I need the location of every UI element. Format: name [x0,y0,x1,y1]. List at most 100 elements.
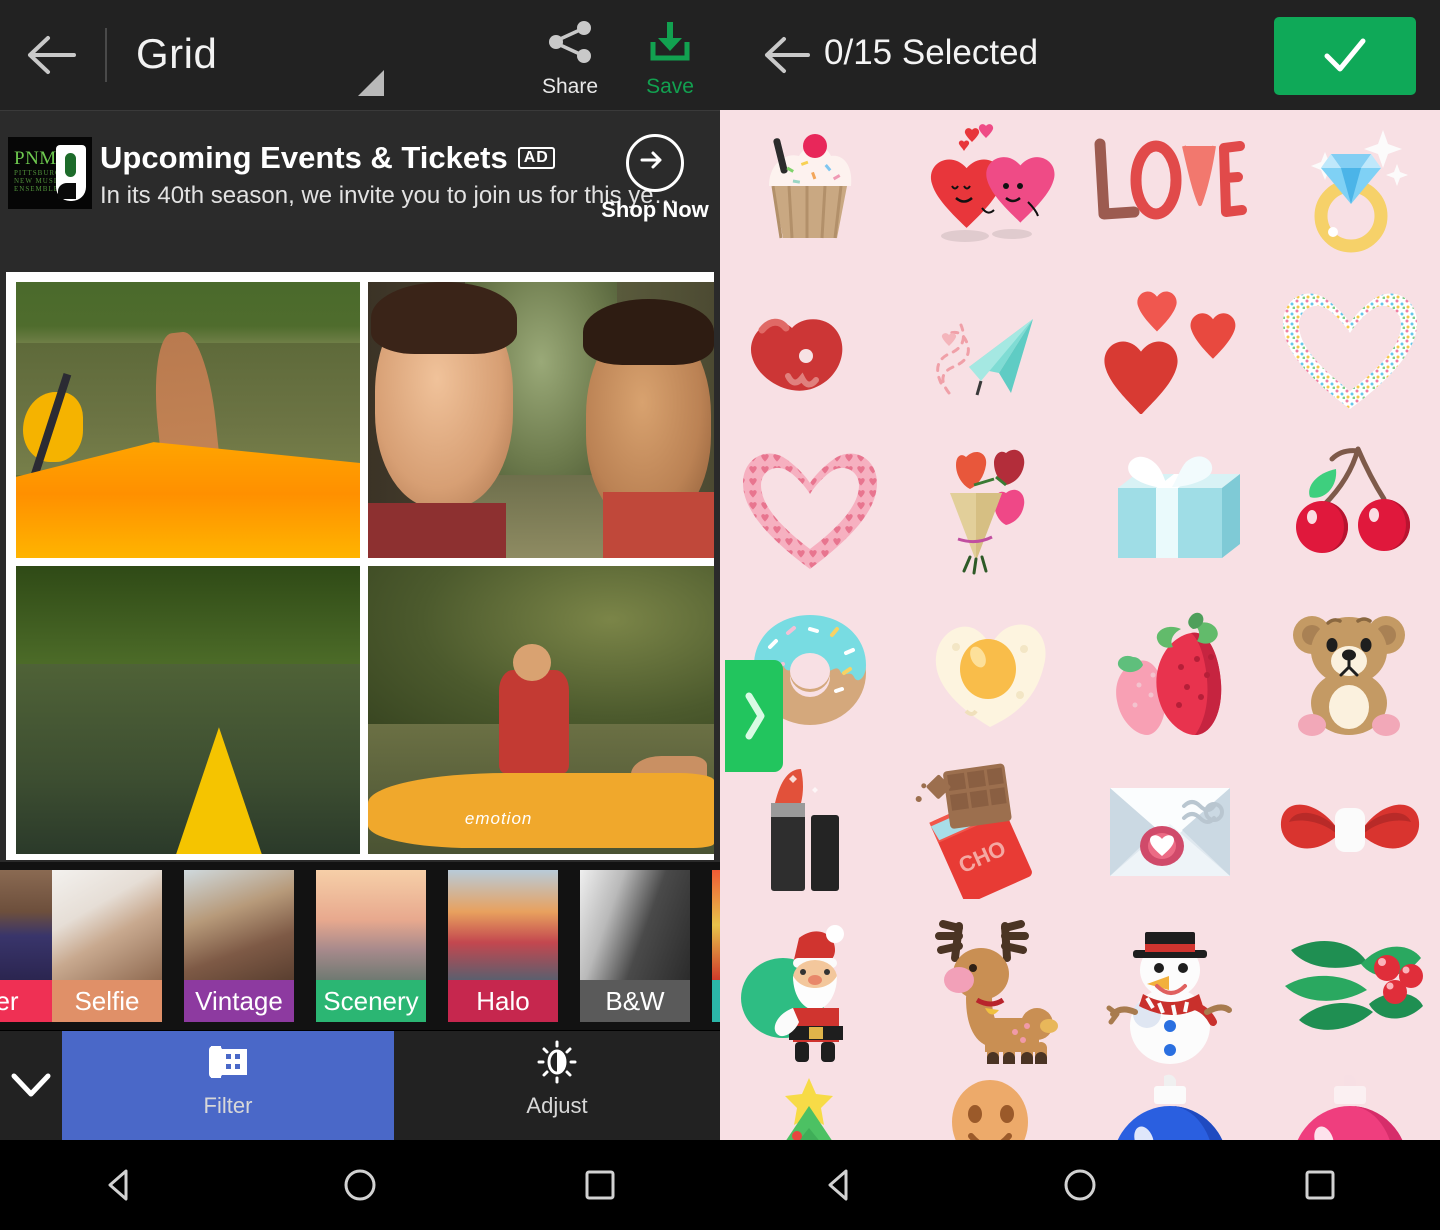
ad-logo-mask-icon [56,145,86,201]
brightness-icon [394,1031,720,1093]
sticker-paper-plane[interactable] [900,270,1080,428]
filter-item[interactable] [712,870,720,1022]
save-label: Save [646,75,694,98]
filter-thumbnail [316,870,426,980]
sticker-two-hearts-characters[interactable] [900,110,1080,268]
save-button[interactable]: Save [622,18,718,99]
collage-photo-3[interactable] [16,566,360,854]
app-screen: Grid Share Save PNME PITTSBURGH NEW MUSI… [0,0,1440,1230]
collage-photo-2[interactable] [368,282,714,558]
filter-item[interactable]: Scenery [316,870,426,1022]
sticker-love-letter-envelope[interactable] [1080,750,1260,908]
sticker-flower-bouquet[interactable] [900,430,1080,588]
share-icon [549,21,591,63]
collage-photo-4[interactable] [368,566,714,854]
toolbar-divider [105,28,107,82]
selection-count: 0/15 Selected [824,33,1039,72]
back-nav-icon[interactable] [780,1140,900,1230]
ad-headline-text: Upcoming Events & Tickets [100,140,508,175]
sticker-kiss-lips[interactable] [720,270,900,428]
arrow-right-circle-icon [626,134,684,192]
photo-editor-pane: Grid Share Save PNME PITTSBURGH NEW MUSI… [0,0,720,1140]
filter-item[interactable]: B&W [580,870,690,1022]
sticker-chocolate-bar[interactable]: CHO [900,750,1080,908]
sticker-pink-ornament[interactable] [1260,1070,1440,1140]
sticker-heart-outline-frame[interactable] [720,430,900,588]
share-button[interactable]: Share [522,18,618,99]
sticker-holly-berries[interactable] [1260,910,1440,1068]
tab-filter-label: Filter [203,1093,253,1118]
sticker-blue-ornament[interactable] [1080,1070,1260,1140]
chevron-right-icon [745,692,765,740]
ad-advertiser-logo: PNME PITTSBURGH NEW MUSIC ENSEMBLE [8,137,92,209]
tab-adjust[interactable]: Adjust [394,1031,720,1140]
page-title: Grid [136,30,218,77]
sticker-cherries[interactable] [1260,430,1440,588]
filter-item[interactable]: Selfie [52,870,162,1022]
collage-photo-1[interactable] [16,282,360,558]
recents-nav-icon[interactable] [540,1140,660,1230]
sticker-toolbar: 0/15 Selected [720,0,1440,110]
filter-thumbnail [448,870,558,980]
navigation-bar-right [720,1140,1440,1230]
save-download-icon [650,22,690,61]
checkmark-icon [1324,38,1366,72]
filter-label [712,980,720,1022]
sticker-drawer-toggle[interactable] [725,660,783,772]
filter-strip[interactable]: er Selfie Vintage Scenery Halo B&W [0,862,720,1030]
film-roll-icon [62,1031,394,1093]
recents-nav-icon[interactable] [1260,1140,1380,1230]
sticker-red-bow[interactable] [1260,750,1440,908]
sticker-strawberries[interactable] [1080,590,1260,748]
sticker-grid[interactable]: CHO [720,110,1440,1140]
sticker-lipstick[interactable] [720,750,900,908]
editor-toolbar: Grid Share Save [0,0,720,110]
sticker-reindeer[interactable] [900,910,1080,1068]
back-nav-icon[interactable] [60,1140,180,1230]
sticker-santa-claus[interactable] [720,910,900,1068]
filter-label: B&W [580,980,690,1022]
sticker-cupcake[interactable] [720,110,900,268]
ad-cta-button[interactable]: Shop Now [597,134,713,223]
tab-filter[interactable]: Filter [62,1031,394,1140]
chevron-down-icon [11,1073,51,1097]
filter-thumbnail [52,870,162,980]
sticker-diamond-ring[interactable] [1260,110,1440,268]
editor-bottom-toolbar: Filter Adjust [0,1030,720,1140]
sticker-heart-fried-egg[interactable] [900,590,1080,748]
collage-grid[interactable] [6,272,714,860]
tab-adjust-label: Adjust [526,1093,588,1118]
share-label: Share [541,75,599,98]
android-navigation-bar [0,1140,1440,1230]
filter-item[interactable]: Halo [448,870,558,1022]
filter-thumbnail [580,870,690,980]
sticker-gingerbread-man[interactable] [900,1070,1080,1140]
ad-badge: AD [517,147,555,169]
back-arrow-icon[interactable] [22,32,78,78]
filter-item[interactable]: Vintage [184,870,294,1022]
confirm-button[interactable] [1274,17,1416,95]
sticker-love-text[interactable] [1080,110,1260,268]
navigation-bar-left [0,1140,720,1230]
sticker-dotted-heart-frame[interactable] [1260,270,1440,428]
filter-label: Vintage [184,980,294,1022]
filter-thumbnail [712,870,720,980]
collapse-panel-button[interactable] [0,1031,62,1140]
sticker-three-hearts[interactable] [1080,270,1260,428]
ad-description: In its 40th season, we invite you to joi… [100,182,678,209]
home-nav-icon[interactable] [300,1140,420,1230]
sticker-gift-box[interactable] [1080,430,1260,588]
grid-resize-handle[interactable] [358,70,384,96]
sticker-christmas-tree[interactable] [720,1070,900,1140]
home-nav-icon[interactable] [1020,1140,1140,1230]
collage-canvas[interactable] [0,230,720,860]
filter-thumbnail [184,870,294,980]
sticker-snowman[interactable] [1080,910,1260,1068]
sticker-back-arrow-icon[interactable] [760,33,814,77]
filter-label: Scenery [316,980,426,1022]
filter-label: Selfie [52,980,162,1022]
ad-cta-label: Shop Now [601,197,709,222]
sticker-teddy-bear[interactable] [1260,590,1440,748]
sticker-picker-pane: 0/15 Selected CHO [720,0,1440,1140]
filter-label: Halo [448,980,558,1022]
